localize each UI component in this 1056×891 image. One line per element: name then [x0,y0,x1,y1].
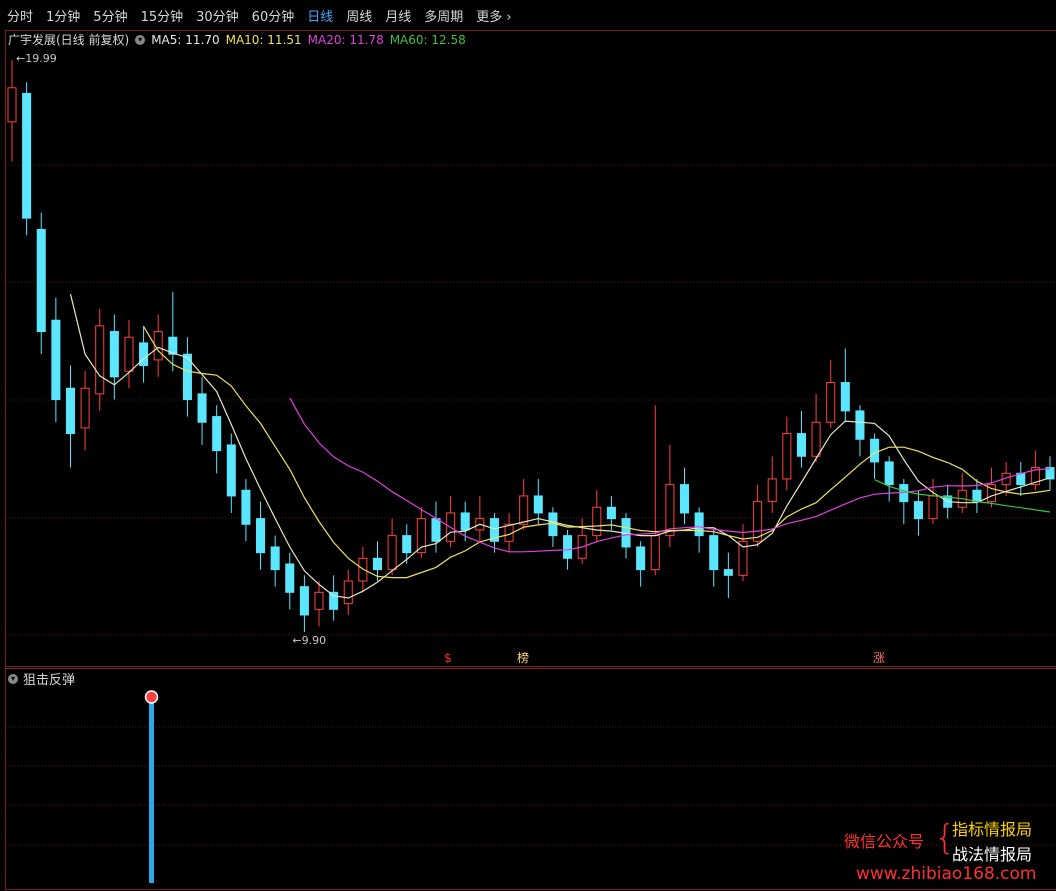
indicator-settings-icon[interactable]: ▾ [8,673,18,684]
candle-body [767,478,777,503]
candle-body [972,489,982,503]
candle-body [95,325,105,395]
settings-icon[interactable]: ▾ [135,34,146,45]
chart-canvas[interactable]: ←19.99 ←9.90 $ 榜 涨 [0,0,1056,891]
candle-body [36,229,46,333]
candle-body [592,506,602,537]
candle-body [65,387,75,435]
candle-body [650,535,660,571]
candle-body [796,433,806,457]
candle-body [928,495,938,520]
candle-body [22,92,32,219]
ma10-value: MA10: 11.51 [225,32,302,47]
candle-body [270,546,280,571]
event-marker: 榜 [517,650,529,665]
candle-body [665,484,675,537]
candle-body [899,484,909,503]
candle-body [256,518,266,554]
candle-body [811,421,821,457]
candle-body [387,535,397,571]
signal-dot-icon [144,690,159,704]
stock-title: 广宇发展(日线 前复权) [8,33,130,47]
ma60-value: MA60: 12.58 [389,32,466,47]
candle-body [431,518,441,542]
candle-body [124,336,134,372]
watermark-url: www.zhibiao168.com [856,864,1037,884]
watermark-line2: 战法情报局 [952,845,1033,864]
candle-body [840,382,850,412]
candle-body [826,382,836,423]
candle-body [855,410,865,440]
candle-body [884,461,894,486]
event-marker: 涨 [873,650,885,665]
signal-bar [149,700,154,883]
candle-body [694,512,704,537]
low-price-label: ←9.90 [292,634,326,647]
candle-body [212,416,222,452]
candle-body [109,331,119,378]
ma5-value: MA5: 11.70 [151,32,220,47]
ma-legend: 广宇发展(日线 前复权) ▾ MA5: 11.70 MA10: 11.51 MA… [8,31,472,48]
candle-body [606,506,616,520]
candle-body [782,433,792,480]
event-marker: $ [444,651,452,665]
candle-body [679,484,690,514]
candle-body [285,563,295,593]
candle-body [519,495,529,525]
candle-body [913,501,923,520]
watermark-left: 微信公众号 [844,832,925,851]
candle-body [299,586,309,616]
candle-body [7,87,17,123]
candle-body [563,535,573,559]
candle-body [460,512,470,531]
indicator-name: 狙击反弹 [23,673,76,688]
high-price-label: ←19.99 [16,52,57,65]
candle-body [402,535,412,554]
indicator-title: ▾ 狙击反弹 [8,669,75,688]
candle-body [226,444,236,497]
candle-body [372,557,383,571]
candle-body [723,569,733,576]
candle-body [197,393,207,423]
candle-body [870,438,880,463]
candle-body [533,495,543,514]
candle-body [329,591,339,610]
candle-body [709,535,719,571]
candle-body [241,489,251,525]
watermark-line1: 指标情报局 [952,820,1033,839]
candle-body [343,580,353,605]
candle-body [51,319,61,401]
candle-body [80,387,90,429]
ma20-value: MA20: 11.78 [307,32,384,47]
candle-body [636,546,646,571]
candle-body [314,591,324,610]
